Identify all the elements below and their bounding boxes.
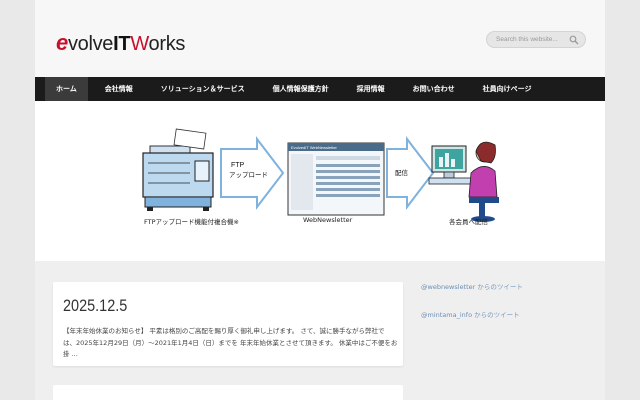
post-excerpt: 【年末年始休業のお知らせ】 平素は格別のご高配を賜り厚く御礼申し上げます。 さて… bbox=[63, 326, 398, 361]
search-placeholder: Search this website... bbox=[496, 36, 558, 43]
post-date[interactable]: 2025.12.5 bbox=[63, 296, 127, 316]
screen-title: EvolvedIT WebNewsletter bbox=[291, 145, 338, 150]
nav-item-staff[interactable]: 社員向けページ bbox=[472, 77, 543, 101]
arrow2-label: 配信 bbox=[395, 168, 409, 177]
tweet-handle[interactable]: @webnewsletter bbox=[421, 283, 475, 291]
newsletter-screen bbox=[287, 142, 385, 216]
sidebar-tweets-link[interactable]: @mintama_info からのツイート bbox=[421, 309, 520, 319]
sidebar-tweets-link[interactable]: @webnewsletter からのツイート bbox=[421, 281, 523, 291]
nav-item-solutions[interactable]: ソリューション＆サービス bbox=[150, 77, 256, 101]
nav-item-contact[interactable]: お問い合わせ bbox=[402, 77, 466, 101]
site-container: evolveITWorks Search this website... ホーム… bbox=[35, 0, 605, 400]
arrow-icon bbox=[386, 136, 435, 210]
printer-icon bbox=[142, 128, 214, 211]
post-card: 2025.12.5 【年末年始休業のお知らせ】 平素は格別のご高配を賜り厚く御礼… bbox=[53, 282, 403, 366]
hero-banner: FTP アップロード 配信 EvolvedIT WebNewsletter FT… bbox=[35, 101, 605, 261]
tweet-handle[interactable]: @mintama_info bbox=[421, 311, 472, 319]
excerpt-line: 【年末年始休業のお知らせ】 平素は格別のご高配を賜り厚く御礼申し上げます。 さて… bbox=[63, 327, 385, 335]
arrow1-label-line1: FTP bbox=[231, 162, 245, 169]
excerpt-line: 掛 ... bbox=[63, 350, 78, 358]
site-logo[interactable]: evolveITWorks bbox=[56, 30, 185, 56]
nav-item-recruit[interactable]: 採用情報 bbox=[346, 77, 396, 101]
caption-newsletter: WebNewsletter bbox=[303, 216, 353, 224]
caption-printer: FTPアップロード機能付複合機※ bbox=[144, 218, 239, 226]
post-card bbox=[53, 385, 403, 400]
computer-user-icon bbox=[428, 141, 499, 222]
search-icon[interactable] bbox=[569, 35, 579, 45]
excerpt-line: は、2025年12月29日（月）〜2021年1月4日（日）までを 年末年始休業と… bbox=[63, 338, 398, 347]
site-header: evolveITWorks Search this website... bbox=[35, 0, 605, 77]
nav-item-home[interactable]: ホーム bbox=[45, 77, 88, 101]
search-input[interactable]: Search this website... bbox=[486, 31, 586, 48]
main-nav: ホーム 会社情報 ソリューション＆サービス 個人情報保護方針 採用情報 お問い合… bbox=[35, 77, 605, 101]
banner-illustration: FTP アップロード 配信 EvolvedIT WebNewsletter bbox=[142, 128, 499, 222]
tweet-suffix: からのツイート bbox=[475, 283, 523, 291]
content-area: 2025.12.5 【年末年始休業のお知らせ】 平素は格別のご高配を賜り厚く御礼… bbox=[35, 261, 605, 400]
arrow1-label-line2: アップロード bbox=[229, 171, 268, 179]
nav-item-privacy[interactable]: 個人情報保護方針 bbox=[262, 77, 340, 101]
tweet-suffix: からのツイート bbox=[472, 311, 520, 319]
caption-delivery: 各会員へ配信 bbox=[449, 218, 488, 226]
nav-item-company[interactable]: 会社情報 bbox=[94, 77, 144, 101]
